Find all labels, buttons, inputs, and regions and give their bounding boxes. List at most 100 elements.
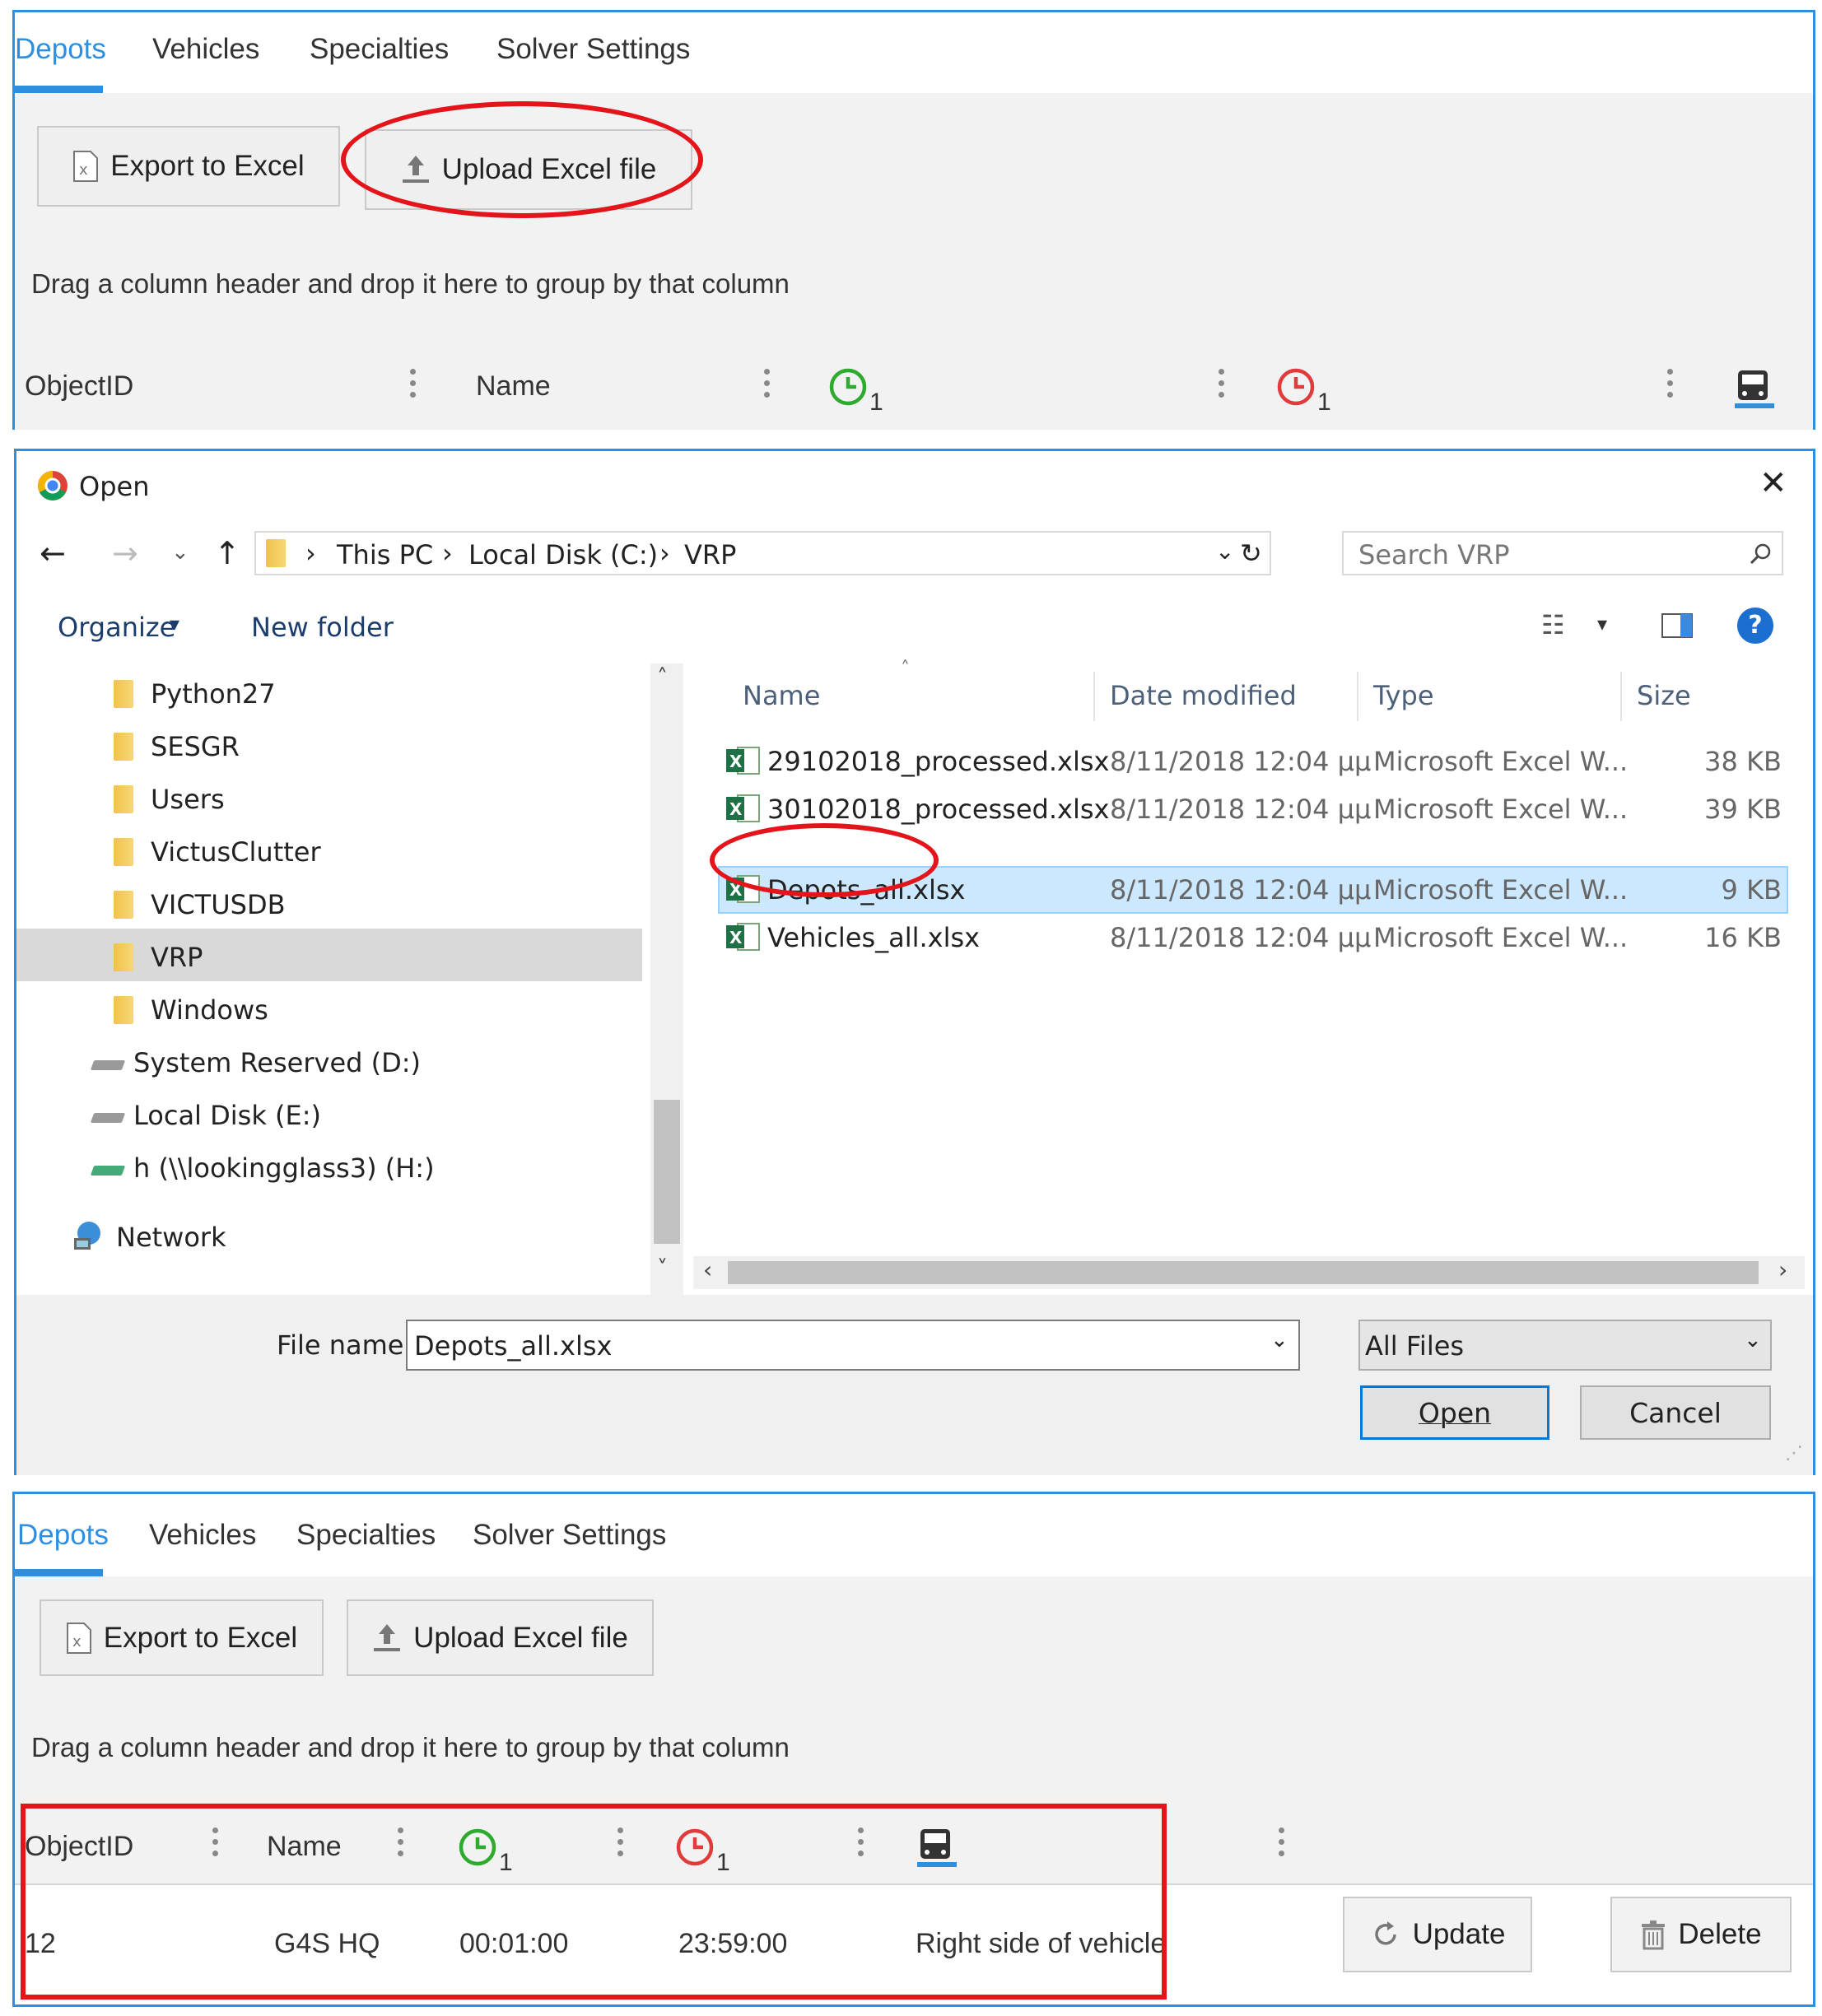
- excel-file-icon: x: [66, 1622, 91, 1654]
- column-menu-icon[interactable]: [1667, 369, 1674, 403]
- delete-button[interactable]: Delete: [1610, 1897, 1792, 1972]
- tab-solver-settings[interactable]: Solver Settings: [496, 33, 690, 66]
- tab-solver-settings[interactable]: Solver Settings: [473, 1519, 666, 1552]
- tree-item-system-reserved[interactable]: System Reserved (D:): [133, 1047, 421, 1078]
- upload-excel-button[interactable]: Upload Excel file: [347, 1599, 654, 1676]
- excel-file-icon: X: [726, 747, 760, 775]
- tab-depots[interactable]: Depots: [17, 1519, 109, 1552]
- breadcrumb-this-pc[interactable]: This PC: [337, 539, 433, 570]
- file-type: Microsoft Excel W...: [1373, 746, 1629, 777]
- file-row[interactable]: X 29102018_processed.xlsx 8/11/2018 12:0…: [718, 738, 1788, 785]
- file-row[interactable]: X Vehicles_all.xlsx 8/11/2018 12:04 μμ M…: [718, 914, 1788, 961]
- tree-item-victusclutter[interactable]: VictusClutter: [151, 836, 321, 868]
- tree-scrollbar-thumb[interactable]: [654, 1100, 680, 1244]
- breadcrumb-vrp[interactable]: VRP: [684, 539, 736, 570]
- column-header-time-end[interactable]: 1: [1276, 367, 1342, 417]
- open-button[interactable]: Open: [1360, 1385, 1549, 1440]
- back-arrow-icon[interactable]: ←: [40, 535, 66, 571]
- group-by-hint: Drag a column header and drop it here to…: [31, 1732, 790, 1762]
- svg-text:X: X: [729, 752, 743, 771]
- tree-item-victusdb[interactable]: VICTUSDB: [151, 889, 286, 920]
- scroll-left-icon[interactable]: ‹: [703, 1256, 712, 1283]
- toolbar: x Export to Excel Upload Excel file: [15, 1576, 1813, 1697]
- file-size: 38 KB: [1704, 746, 1782, 777]
- recent-locations-chevron-icon[interactable]: ⌄: [171, 540, 189, 565]
- tab-depots[interactable]: Depots: [15, 33, 106, 66]
- tab-vehicles[interactable]: Vehicles: [149, 1519, 256, 1552]
- scroll-up-icon[interactable]: ˄: [657, 665, 668, 690]
- chrome-icon: [38, 471, 68, 501]
- tree-item-python27[interactable]: Python27: [151, 678, 276, 710]
- filename-input[interactable]: Depots_all.xlsx ⌄: [406, 1320, 1300, 1371]
- filetype-select[interactable]: All Files ⌄: [1358, 1320, 1772, 1371]
- breadcrumb-local-disk[interactable]: Local Disk (C:): [468, 539, 658, 570]
- address-dropdown-icon[interactable]: ⌄: [1215, 538, 1234, 565]
- view-options-icon[interactable]: ☷: [1541, 609, 1565, 640]
- column-header-size[interactable]: Size: [1637, 680, 1691, 711]
- file-row[interactable]: X 30102018_processed.xlsx 8/11/2018 12:0…: [718, 785, 1788, 833]
- filetype-dropdown-icon[interactable]: ⌄: [1744, 1328, 1762, 1353]
- cancel-button[interactable]: Cancel: [1580, 1385, 1771, 1440]
- drive-icon: [90, 1060, 126, 1070]
- view-dropdown-icon[interactable]: ▾: [1597, 612, 1607, 636]
- file-date: 8/11/2018 12:04 μμ: [1110, 794, 1372, 825]
- up-arrow-icon[interactable]: ↑: [214, 535, 240, 571]
- excel-file-icon: X: [726, 923, 760, 951]
- export-excel-button[interactable]: x Export to Excel: [40, 1599, 324, 1676]
- forward-arrow-icon[interactable]: →: [112, 535, 138, 571]
- help-icon[interactable]: ?: [1737, 608, 1773, 644]
- organize-menu[interactable]: Organize: [58, 612, 175, 643]
- breadcrumb-separator: ›: [442, 538, 453, 569]
- tree-scrollbar[interactable]: ˄ ˅: [650, 663, 683, 1295]
- group-by-bar: Drag a column header and drop it here to…: [15, 227, 1813, 346]
- tab-specialties[interactable]: Specialties: [296, 1519, 436, 1552]
- tab-vehicles[interactable]: Vehicles: [152, 33, 259, 66]
- annotation-upload-highlight: [341, 101, 703, 218]
- column-header-name[interactable]: Name: [476, 370, 551, 403]
- search-icon: [1750, 543, 1771, 565]
- tree-item-users[interactable]: Users: [151, 784, 225, 815]
- time-end-subscript: 1: [1317, 389, 1331, 416]
- column-header-file-name[interactable]: Name: [743, 680, 820, 711]
- svg-text:X: X: [729, 928, 743, 947]
- tree-item-network[interactable]: Network: [116, 1222, 226, 1253]
- filename-dropdown-icon[interactable]: ⌄: [1270, 1328, 1288, 1353]
- export-excel-label: Export to Excel: [103, 1621, 298, 1654]
- drive-icon: [90, 1113, 126, 1123]
- tree-item-windows[interactable]: Windows: [151, 994, 268, 1026]
- active-tab-indicator: [15, 1569, 103, 1576]
- column-header-objectid[interactable]: ObjectID: [25, 370, 133, 403]
- column-header-vehicle-side[interactable]: [1731, 367, 1778, 413]
- clock-start-icon: [829, 368, 867, 406]
- scroll-right-icon[interactable]: ›: [1778, 1256, 1787, 1283]
- tree-item-vrp[interactable]: VRP: [151, 942, 203, 973]
- export-excel-button[interactable]: x Export to Excel: [37, 126, 340, 207]
- file-list-hscrollbar[interactable]: ‹ ›: [693, 1256, 1805, 1289]
- column-header-date-modified[interactable]: Date modified: [1110, 680, 1297, 711]
- scroll-down-icon[interactable]: ˅: [657, 1256, 668, 1281]
- group-by-bar: Drag a column header and drop it here to…: [15, 1696, 1813, 1803]
- refresh-icon[interactable]: ↻: [1240, 538, 1262, 569]
- search-input[interactable]: Search VRP: [1342, 531, 1783, 575]
- column-menu-icon[interactable]: [1279, 1827, 1285, 1862]
- column-menu-icon[interactable]: [1219, 369, 1225, 403]
- new-folder-button[interactable]: New folder: [251, 612, 394, 643]
- tab-specialties[interactable]: Specialties: [310, 33, 449, 66]
- update-button[interactable]: Update: [1343, 1897, 1532, 1972]
- tree-item-local-disk-e[interactable]: Local Disk (E:): [133, 1100, 321, 1131]
- column-header-type[interactable]: Type: [1373, 680, 1434, 711]
- resize-grip-icon[interactable]: ⋰: [1785, 1443, 1803, 1464]
- file-type: Microsoft Excel W...: [1373, 874, 1629, 906]
- close-icon[interactable]: ✕: [1759, 464, 1787, 502]
- tree-item-network-drive-h[interactable]: h (\\lookingglass3) (H:): [133, 1152, 435, 1184]
- filename-value: Depots_all.xlsx: [414, 1330, 613, 1362]
- tree-item-sesgr[interactable]: SESGR: [151, 731, 240, 762]
- column-header-time-start[interactable]: 1: [828, 367, 894, 417]
- address-bar[interactable]: › This PC › Local Disk (C:) › VRP ⌄ ↻: [254, 531, 1271, 575]
- preview-pane-icon[interactable]: [1661, 612, 1694, 639]
- column-menu-icon[interactable]: [410, 369, 417, 403]
- hscrollbar-thumb[interactable]: [728, 1261, 1759, 1284]
- file-size: 9 KB: [1721, 874, 1782, 906]
- column-menu-icon[interactable]: [764, 369, 771, 403]
- folder-icon: [266, 539, 286, 567]
